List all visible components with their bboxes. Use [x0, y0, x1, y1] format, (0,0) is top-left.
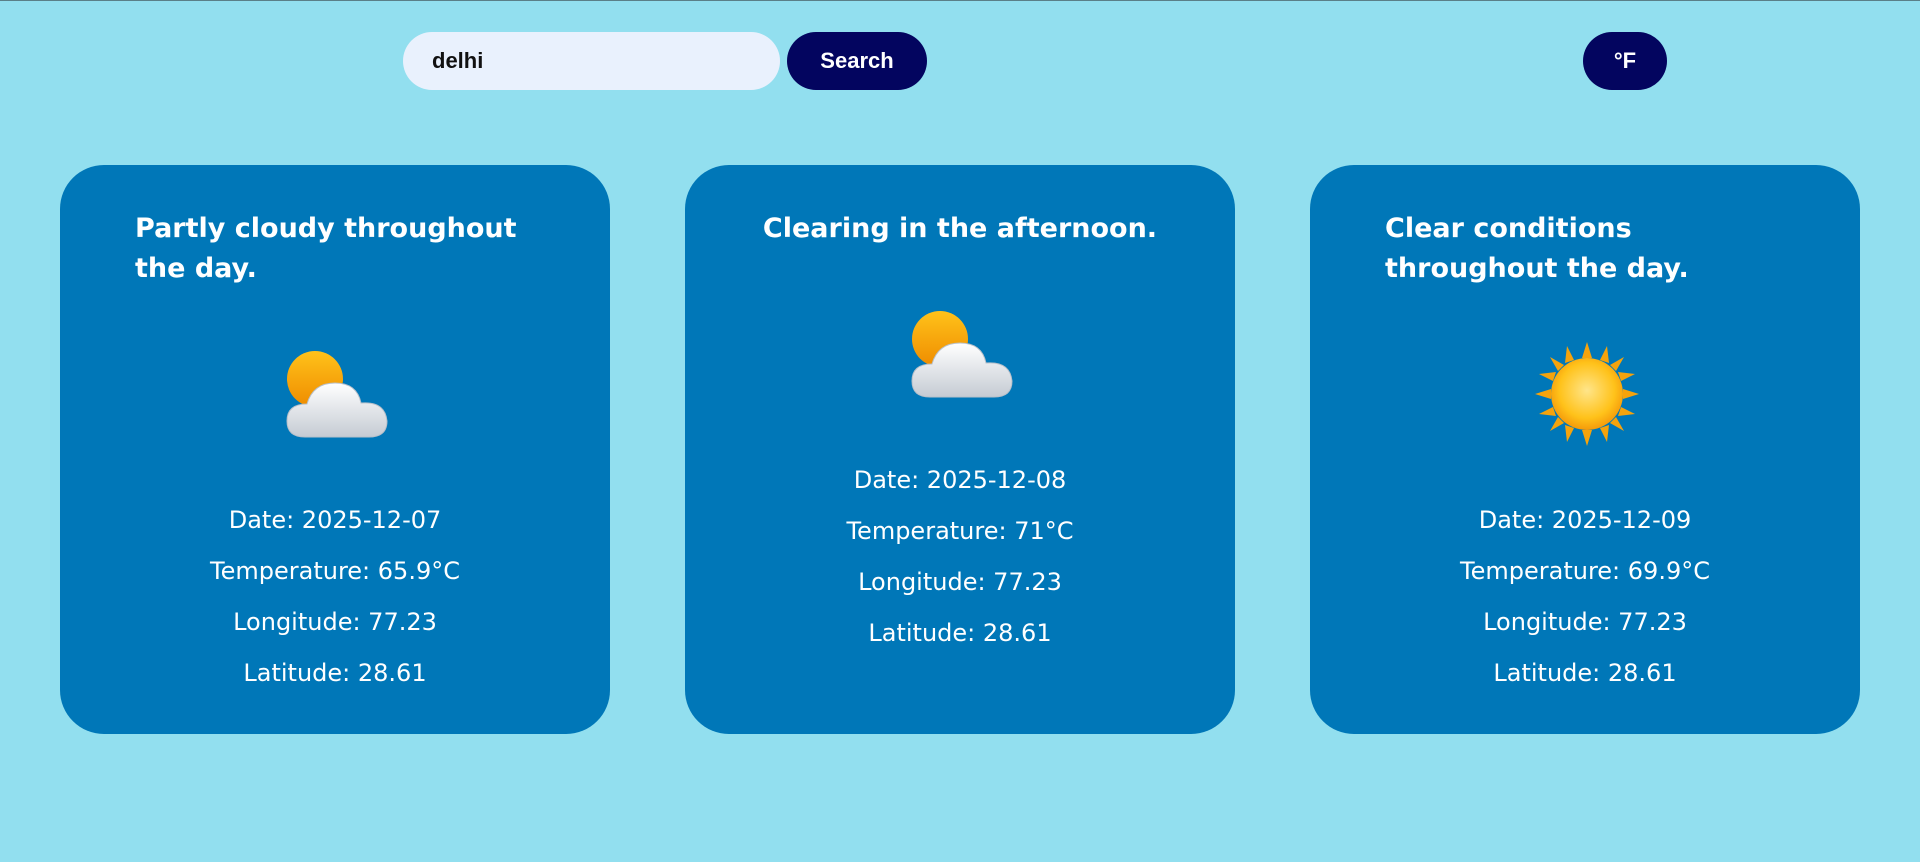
latitude-text: Latitude: 28.61 — [243, 659, 427, 687]
forecast-card: Partly cloudy throughout the day. Date: … — [60, 165, 610, 734]
longitude-text: Longitude: 77.23 — [858, 568, 1062, 596]
longitude-text: Longitude: 77.23 — [233, 608, 437, 636]
temperature-text: Temperature: 65.9°C — [210, 557, 460, 585]
forecast-card: Clearing in the afternoon. Date: 2025-12… — [685, 165, 1235, 734]
temperature-text: Temperature: 71°C — [846, 517, 1074, 545]
forecast-description: Clear conditions throughout the day. — [1385, 213, 1689, 284]
partly-cloudy-icon — [910, 309, 1014, 399]
temperature-text: Temperature: 69.9°C — [1460, 557, 1710, 585]
latitude-text: Latitude: 28.61 — [1493, 659, 1677, 687]
date-text: Date: 2025-12-07 — [228, 506, 442, 534]
search-button[interactable]: Search — [787, 32, 927, 90]
search-input[interactable] — [403, 32, 780, 90]
partly-cloudy-icon — [285, 349, 389, 439]
date-text: Date: 2025-12-09 — [1478, 506, 1692, 534]
forecast-details: Date: 2025-12-09 Temperature: 69.9°C Lon… — [1310, 495, 1860, 699]
sun-icon — [1535, 342, 1639, 446]
forecast-details: Date: 2025-12-07 Temperature: 65.9°C Lon… — [60, 495, 610, 699]
date-text: Date: 2025-12-08 — [853, 466, 1067, 494]
forecast-description: Partly cloudy throughout the day. — [135, 213, 517, 284]
latitude-text: Latitude: 28.61 — [868, 619, 1052, 647]
forecast-details: Date: 2025-12-08 Temperature: 71°C Longi… — [685, 455, 1235, 659]
longitude-text: Longitude: 77.23 — [1483, 608, 1687, 636]
unit-toggle-button[interactable]: °F — [1583, 32, 1667, 90]
top-bar: Search °F — [0, 32, 1920, 90]
forecast-card: Clear conditions throughout the day. Dat… — [1310, 165, 1860, 734]
forecast-description: Clearing in the afternoon. — [762, 213, 1158, 244]
